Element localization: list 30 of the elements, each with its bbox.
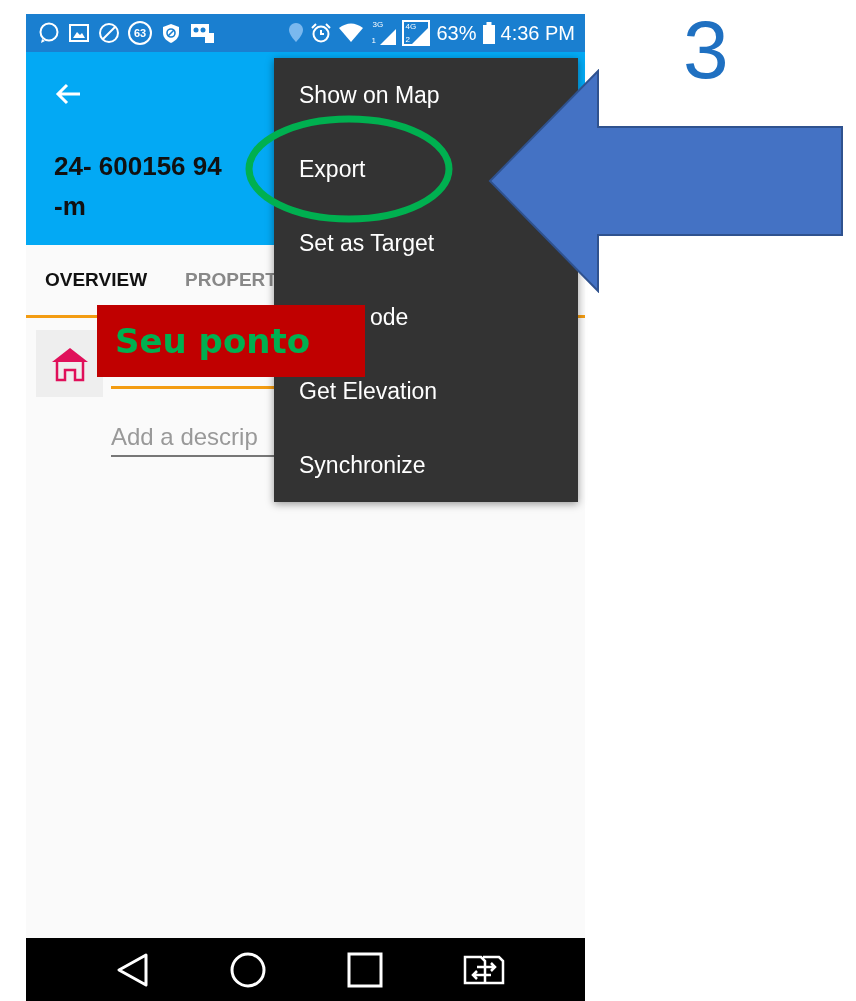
- battery-percent: 63%: [436, 21, 477, 45]
- wifi-icon: [338, 22, 365, 44]
- menu-item[interactable]: Show on Map: [299, 82, 440, 108]
- shield-icon: [160, 22, 182, 44]
- recent-apps-icon[interactable]: [346, 951, 383, 988]
- page-title: -m: [54, 190, 86, 223]
- chat-bubble-icon: [38, 22, 60, 44]
- tab[interactable]: OVERVIEW: [45, 269, 148, 291]
- description-field[interactable]: Add a descrip: [111, 419, 275, 457]
- location-pin-icon: [288, 22, 305, 44]
- back-icon[interactable]: [116, 951, 151, 988]
- callout-label: Seu ponto: [97, 305, 365, 377]
- clock: 4:36 PM: [500, 21, 575, 45]
- back-arrow-icon[interactable]: [54, 82, 82, 106]
- menu-item[interactable]: Synchronize: [299, 452, 426, 478]
- menu-item[interactable]: Export: [299, 156, 366, 182]
- icon-tile[interactable]: [36, 330, 103, 397]
- image-icon: [68, 22, 90, 44]
- home-icon[interactable]: [230, 951, 267, 988]
- data-usage-badge: 63: [128, 21, 152, 45]
- signal-strength-icon: 4G 2: [402, 20, 431, 46]
- switch-app-icon[interactable]: [462, 954, 505, 985]
- step-number: 3: [683, 3, 729, 97]
- battery-icon: [482, 22, 495, 44]
- blocked-icon: [98, 22, 120, 44]
- alarm-clock-icon: [310, 22, 333, 44]
- menu-item[interactable]: Set as Target: [299, 230, 435, 256]
- page-title: 24- 600156 94: [54, 150, 222, 183]
- menu-item[interactable]: Get Elevation: [299, 378, 438, 404]
- menu-item[interactable]: ode: [370, 304, 409, 330]
